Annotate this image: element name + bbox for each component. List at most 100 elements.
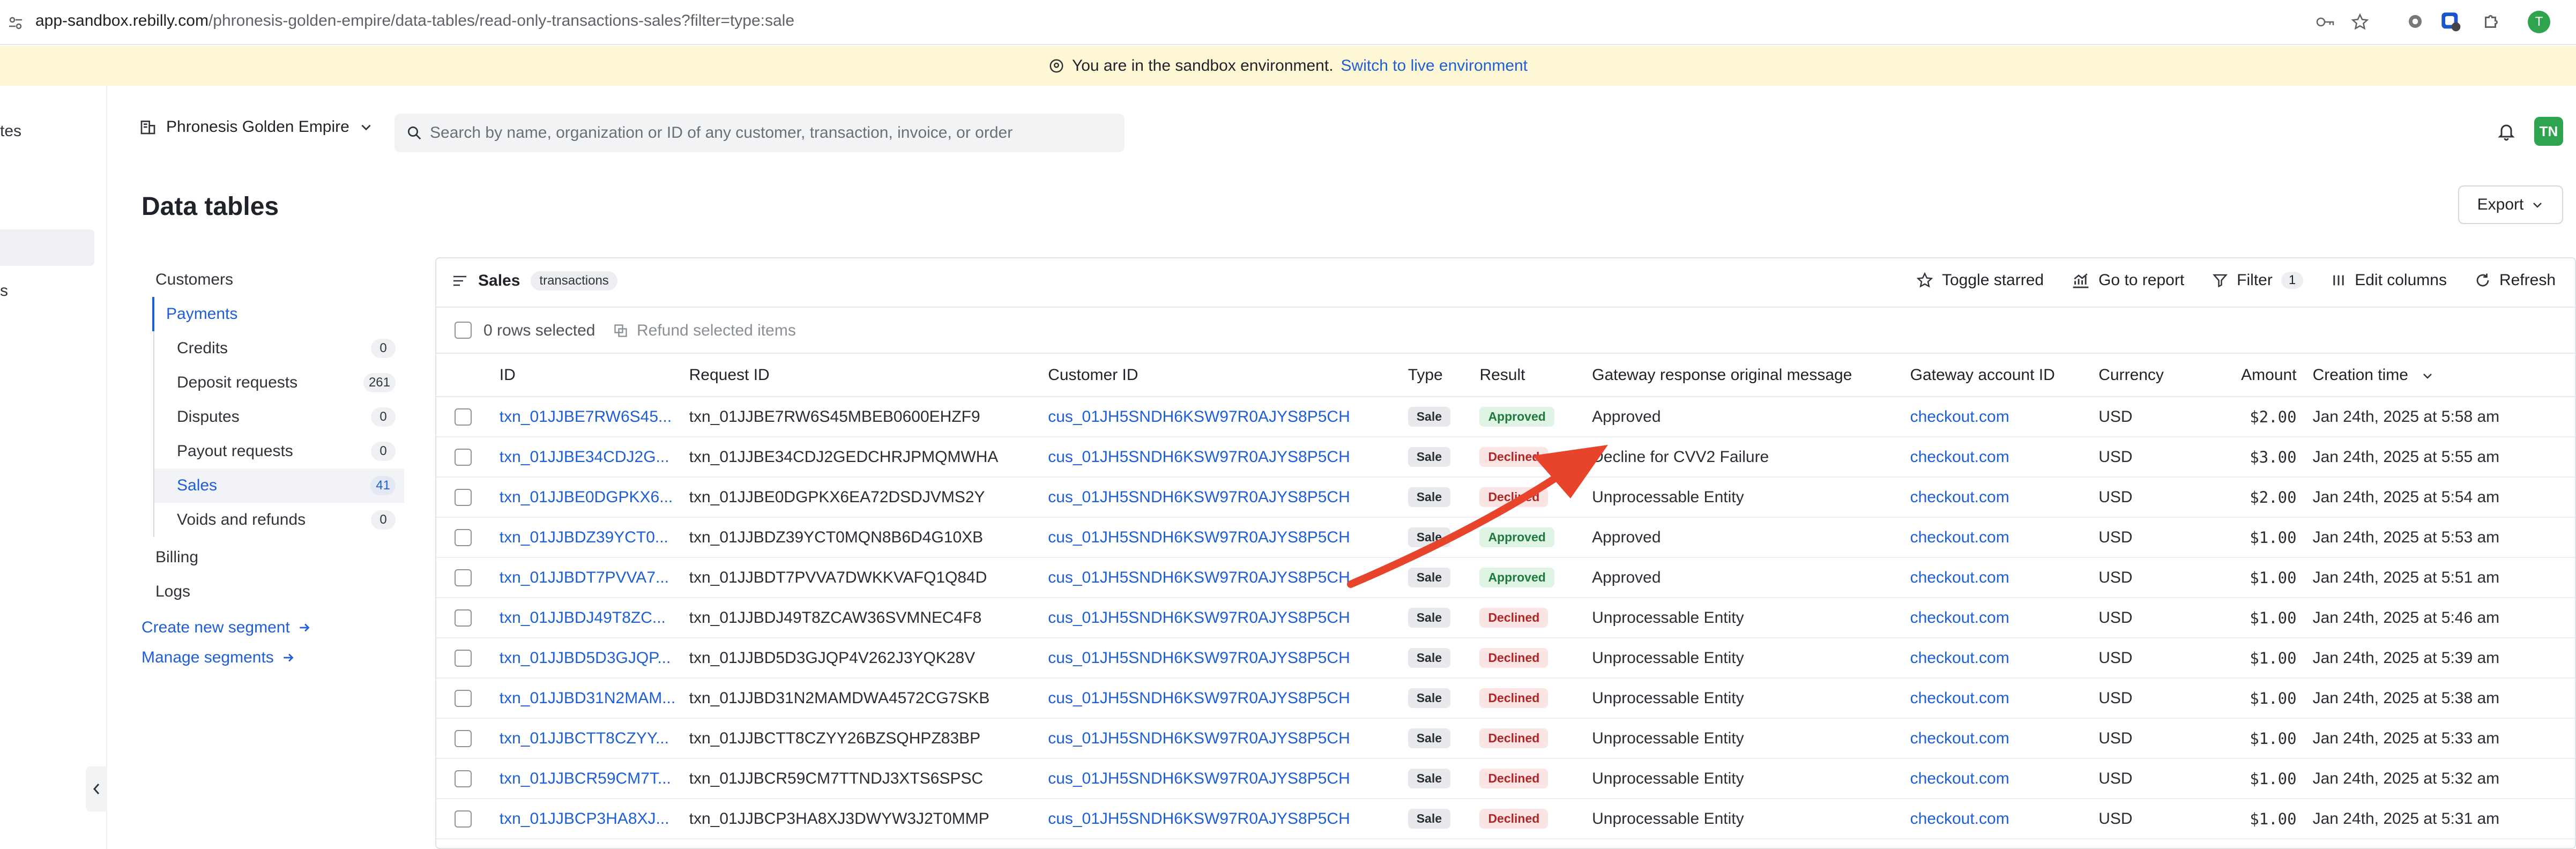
customer-id-link[interactable]: cus_01JH5SNDH6KSW97R0AJYS8P5CH: [1048, 758, 1408, 799]
gateway-account-link[interactable]: checkout.com: [1910, 718, 2099, 759]
gateway-account-link[interactable]: checkout.com: [1910, 678, 2099, 719]
transaction-id-link[interactable]: txn_01JJBDZ39YCT0...: [499, 517, 689, 558]
search-input[interactable]: [430, 124, 1073, 142]
column-header-type[interactable]: Type: [1408, 354, 1480, 397]
customer-id-link[interactable]: cus_01JH5SNDH6KSW97R0AJYS8P5CH: [1048, 718, 1408, 759]
nav-item-active-highlight[interactable]: [0, 229, 94, 266]
manage-segments-link[interactable]: Manage segments: [142, 649, 295, 667]
segment-credits[interactable]: Credits 0: [153, 331, 404, 366]
segment-payout-requests[interactable]: Payout requests 0: [153, 434, 404, 468]
segment-group-logs[interactable]: Logs: [142, 575, 404, 609]
customer-id-link[interactable]: cus_01JH5SNDH6KSW97R0AJYS8P5CH: [1048, 638, 1408, 679]
row-checkbox[interactable]: [455, 569, 472, 586]
row-checkbox[interactable]: [455, 408, 472, 426]
extension-badge-icon[interactable]: [2440, 11, 2461, 32]
transaction-id-link[interactable]: txn_01JJBE7RW6S45...: [499, 397, 689, 437]
transaction-id-link[interactable]: txn_01JJBCP3HA8XJ...: [499, 799, 689, 839]
menu-lines-icon[interactable]: [452, 274, 467, 287]
column-header-currency[interactable]: Currency: [2098, 354, 2206, 397]
edit-columns-button[interactable]: Edit columns: [2331, 271, 2447, 289]
nav-item-partial[interactable]: tes: [0, 122, 21, 140]
gateway-message: Decline for CVV2 Failure: [1592, 437, 1910, 478]
toggle-starred-button[interactable]: Toggle starred: [1916, 271, 2044, 289]
switch-to-live-link[interactable]: Switch to live environment: [1341, 57, 1528, 75]
currency: USD: [2098, 517, 2206, 558]
go-to-report-button[interactable]: Go to report: [2072, 271, 2184, 289]
customer-id-link[interactable]: cus_01JH5SNDH6KSW97R0AJYS8P5CH: [1048, 678, 1408, 719]
global-search[interactable]: [394, 114, 1125, 152]
segment-voids-and-refunds[interactable]: Voids and refunds 0: [153, 503, 404, 537]
refresh-button[interactable]: Refresh: [2475, 271, 2556, 289]
gateway-account-link[interactable]: checkout.com: [1910, 517, 2099, 558]
create-segment-label: Create new segment: [142, 619, 290, 636]
transaction-id-link[interactable]: txn_01JJBE0DGPKX6...: [499, 477, 689, 518]
table-row[interactable]: txn_01JJBDJ49T8ZC... txn_01JJBDJ49T8ZCAW3…: [436, 598, 2575, 638]
table-row[interactable]: txn_01JJBD5D3GJQP... txn_01JJBD5D3GJQP4V2…: [436, 638, 2575, 679]
row-checkbox[interactable]: [455, 488, 472, 506]
row-checkbox[interactable]: [455, 689, 472, 707]
table-title: Sales: [478, 272, 520, 289]
password-key-icon[interactable]: [2316, 14, 2335, 30]
transaction-id-link[interactable]: txn_01JJBDT7PVVA7...: [499, 557, 689, 598]
gateway-account-link[interactable]: checkout.com: [1910, 799, 2099, 839]
row-checkbox[interactable]: [455, 729, 472, 747]
segment-deposit-requests[interactable]: Deposit requests 261: [153, 366, 404, 400]
extension-gear-icon[interactable]: [2406, 12, 2425, 31]
extensions-puzzle-icon[interactable]: [2482, 12, 2501, 31]
customer-id-link[interactable]: cus_01JH5SNDH6KSW97R0AJYS8P5CH: [1048, 598, 1408, 638]
row-checkbox[interactable]: [455, 609, 472, 627]
refund-selected-button[interactable]: Refund selected items: [613, 322, 796, 340]
transaction-id-link[interactable]: txn_01JJBD5D3GJQP...: [499, 638, 689, 679]
transaction-id-link[interactable]: txn_01JJBDJ49T8ZC...: [499, 598, 689, 638]
segments-sidebar: Customers Payments Credits 0 Deposit req…: [142, 263, 404, 609]
column-header-gateway-account[interactable]: Gateway account ID: [1910, 354, 2099, 397]
filter-button[interactable]: Filter 1: [2212, 271, 2304, 289]
segment-group-customers[interactable]: Customers: [142, 263, 404, 297]
gateway-account-link[interactable]: checkout.com: [1910, 397, 2099, 437]
gateway-account-link[interactable]: checkout.com: [1910, 598, 2099, 638]
table-row[interactable]: txn_01JJBCR59CM7T... txn_01JJBCR59CM7TTND…: [436, 758, 2575, 799]
transaction-id-link[interactable]: txn_01JJBCTT8CZYY...: [499, 718, 689, 759]
column-header-id[interactable]: ID: [499, 354, 689, 397]
segment-sales[interactable]: Sales 41: [153, 468, 404, 503]
row-checkbox[interactable]: [455, 528, 472, 546]
gateway-account-link[interactable]: checkout.com: [1910, 437, 2099, 478]
segment-label: Sales: [177, 476, 218, 494]
segment-disputes[interactable]: Disputes 0: [153, 400, 404, 434]
create-new-segment-link[interactable]: Create new segment: [142, 619, 311, 637]
gateway-account-link[interactable]: checkout.com: [1910, 477, 2099, 518]
site-settings-icon[interactable]: [8, 15, 24, 31]
segment-group-billing[interactable]: Billing: [142, 540, 404, 575]
gateway-account-link[interactable]: checkout.com: [1910, 557, 2099, 598]
address-bar[interactable]: app-sandbox.rebilly.com/phronesis-golden…: [35, 12, 794, 30]
row-checkbox[interactable]: [455, 770, 472, 787]
column-header-amount[interactable]: Amount: [2205, 354, 2313, 397]
table-row[interactable]: txn_01JJBCTT8CZYY... txn_01JJBCTT8CZYY26B…: [436, 718, 2575, 759]
column-header-result[interactable]: Result: [1479, 354, 1592, 397]
gateway-account-link[interactable]: checkout.com: [1910, 638, 2099, 679]
organization-switcher[interactable]: Phronesis Golden Empire: [139, 118, 373, 136]
transaction-id-link[interactable]: txn_01JJBCR59CM7T...: [499, 758, 689, 799]
bookmark-star-icon[interactable]: [2351, 13, 2369, 31]
segment-group-payments[interactable]: Payments: [152, 297, 404, 331]
table-row[interactable]: txn_01JJBD31N2MAM... txn_01JJBD31N2MAMDWA…: [436, 678, 2575, 719]
row-checkbox[interactable]: [455, 448, 472, 466]
transaction-id-link[interactable]: txn_01JJBD31N2MAM...: [499, 678, 689, 719]
collapse-nav-button[interactable]: [86, 766, 107, 811]
row-checkbox[interactable]: [455, 810, 472, 828]
row-checkbox[interactable]: [455, 649, 472, 667]
browser-profile-avatar[interactable]: T: [2528, 11, 2550, 33]
column-header-request-id[interactable]: Request ID: [689, 354, 1048, 397]
gateway-account-link[interactable]: checkout.com: [1910, 758, 2099, 799]
transaction-id-link[interactable]: txn_01JJBE34CDJ2G...: [499, 437, 689, 478]
select-all-checkbox[interactable]: [455, 322, 472, 339]
customer-id-link[interactable]: cus_01JH5SNDH6KSW97R0AJYS8P5CH: [1048, 799, 1408, 839]
user-avatar[interactable]: TN: [2534, 117, 2563, 146]
column-header-creation-time[interactable]: Creation time: [2312, 354, 2575, 397]
export-button[interactable]: Export: [2458, 185, 2563, 224]
nav-item-partial[interactable]: s: [0, 282, 8, 300]
column-header-customer-id[interactable]: Customer ID: [1048, 354, 1408, 397]
table-row[interactable]: txn_01JJBCP3HA8XJ... txn_01JJBCP3HA8XJ3DW…: [436, 799, 2575, 839]
column-header-gateway-message[interactable]: Gateway response original message: [1592, 354, 1910, 397]
notifications-bell-icon[interactable]: [2497, 121, 2516, 143]
